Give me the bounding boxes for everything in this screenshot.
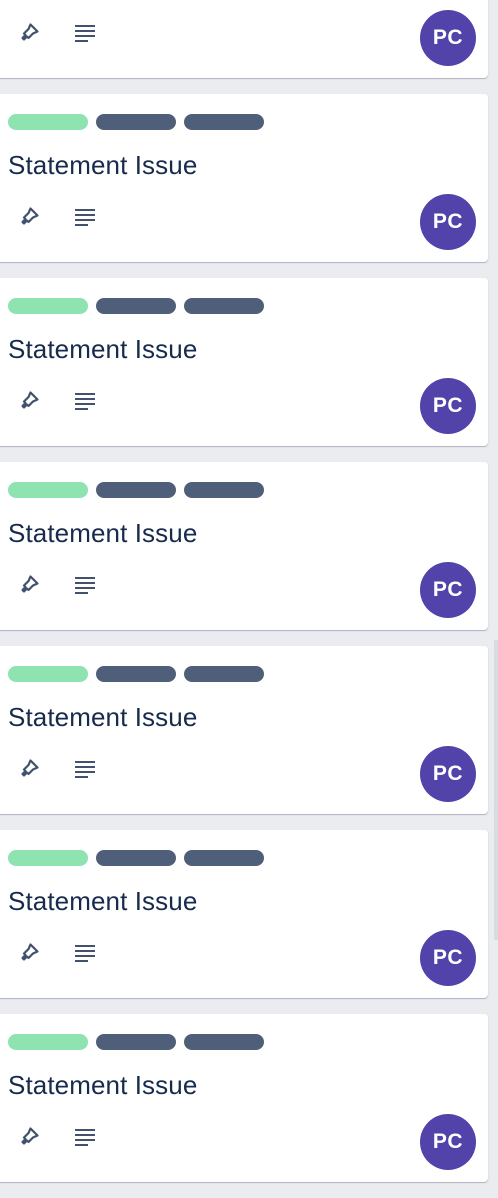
- card[interactable]: Statement Issue PC: [0, 830, 488, 998]
- card-label[interactable]: [184, 298, 264, 314]
- description-icon: [72, 20, 98, 46]
- card-title: Statement Issue: [8, 334, 198, 364]
- card-label[interactable]: [96, 666, 176, 682]
- card-label[interactable]: [8, 298, 88, 314]
- member-avatar[interactable]: PC: [420, 562, 476, 618]
- card-label[interactable]: [8, 666, 88, 682]
- card-badges: [16, 940, 98, 966]
- card-list: Statement Issue PC Statement: [0, 0, 488, 1198]
- card-label[interactable]: [96, 482, 176, 498]
- description-icon: [72, 940, 98, 966]
- member-avatar[interactable]: PC: [420, 378, 476, 434]
- description-icon: [72, 204, 98, 230]
- card-labels: [8, 850, 264, 866]
- description-icon: [72, 388, 98, 414]
- card[interactable]: Statement Issue PC: [0, 94, 488, 262]
- card-title: Statement Issue: [8, 702, 198, 732]
- card-label[interactable]: [96, 114, 176, 130]
- card-label[interactable]: [96, 850, 176, 866]
- card[interactable]: Statement Issue PC: [0, 0, 488, 78]
- card[interactable]: Statement Issue PC: [0, 1014, 488, 1182]
- card-label[interactable]: [8, 850, 88, 866]
- description-icon: [72, 1124, 98, 1150]
- card-title: Statement Issue: [8, 1070, 198, 1100]
- card-labels: [8, 114, 264, 130]
- card-badges: [16, 756, 98, 782]
- pin-icon[interactable]: [16, 756, 42, 782]
- member-avatar[interactable]: PC: [420, 930, 476, 986]
- card-badges: [16, 572, 98, 598]
- card-label[interactable]: [96, 1034, 176, 1050]
- card-label[interactable]: [184, 1034, 264, 1050]
- card-badges: [16, 204, 98, 230]
- card-labels: [8, 666, 264, 682]
- card-title: Statement Issue: [8, 886, 198, 916]
- member-avatar[interactable]: PC: [420, 1114, 476, 1170]
- pin-icon[interactable]: [16, 940, 42, 966]
- card[interactable]: Statement Issue PC: [0, 278, 488, 446]
- card-label[interactable]: [8, 482, 88, 498]
- card-labels: [8, 482, 264, 498]
- card-title: Statement Issue: [8, 150, 198, 180]
- card-label[interactable]: [8, 114, 88, 130]
- description-icon: [72, 572, 98, 598]
- card-labels: [8, 298, 264, 314]
- pin-icon[interactable]: [16, 388, 42, 414]
- pin-icon[interactable]: [16, 20, 42, 46]
- member-avatar[interactable]: PC: [420, 746, 476, 802]
- card[interactable]: Statement Issue PC: [0, 646, 488, 814]
- card-badges: [16, 388, 98, 414]
- card-label[interactable]: [184, 850, 264, 866]
- pin-icon[interactable]: [16, 204, 42, 230]
- description-icon: [72, 756, 98, 782]
- card-labels: [8, 1034, 264, 1050]
- card-badges: [16, 20, 98, 46]
- card-label[interactable]: [8, 1034, 88, 1050]
- card-label[interactable]: [184, 482, 264, 498]
- pin-icon[interactable]: [16, 572, 42, 598]
- card-label[interactable]: [184, 114, 264, 130]
- card-label[interactable]: [184, 666, 264, 682]
- card[interactable]: Statement Issue PC: [0, 462, 488, 630]
- pin-icon[interactable]: [16, 1124, 42, 1150]
- card-label[interactable]: [96, 298, 176, 314]
- card-badges: [16, 1124, 98, 1150]
- member-avatar[interactable]: PC: [420, 10, 476, 66]
- card-title: Statement Issue: [8, 518, 198, 548]
- scrollbar[interactable]: [494, 640, 498, 940]
- member-avatar[interactable]: PC: [420, 194, 476, 250]
